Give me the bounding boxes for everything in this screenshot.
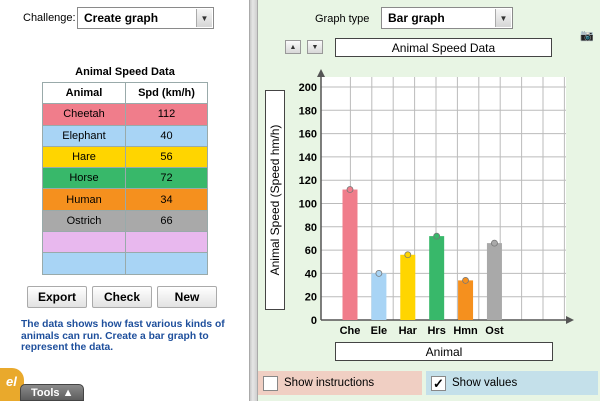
bar: [486, 243, 502, 320]
bar-chart: 0 20 40 60 80 100 120 140 160 180 200 Che Ele Har Hrs H…: [299, 69, 574, 337]
y-tick-label: 120: [299, 175, 317, 187]
y-tick-label: 60: [305, 245, 317, 257]
bar: [458, 280, 474, 320]
y-tick-label: 100: [299, 199, 317, 211]
x-tick-label: Hmn: [453, 325, 478, 337]
y-tick-label: 0: [311, 315, 317, 327]
x-tick-label: Har: [399, 325, 418, 337]
y-tick-label: 180: [299, 105, 317, 117]
bar-handle: [433, 232, 441, 240]
x-tick-label: Che: [340, 325, 361, 337]
bar: [429, 236, 445, 320]
bar-handle: [346, 186, 354, 193]
x-axis-label-box[interactable]: Animal: [335, 342, 553, 361]
show-values-checkbox[interactable]: ✓: [431, 375, 446, 391]
bar-handle: [404, 251, 412, 259]
y-tick-label: 140: [299, 152, 317, 164]
x-tick-label: Hrs: [427, 325, 445, 337]
y-tick-label: 20: [305, 292, 317, 304]
x-tick-label: Ele: [371, 325, 388, 337]
y-tick-label: 40: [305, 268, 317, 280]
bar: [371, 273, 387, 320]
x-tick-label: Ost: [485, 325, 504, 337]
x-axis-arrow: [566, 316, 574, 324]
bar-handle: [491, 239, 498, 247]
y-tick-label: 80: [305, 222, 317, 234]
show-instructions-toggle[interactable]: Show instructions: [258, 371, 422, 395]
show-values-toggle[interactable]: ✓ Show values: [426, 371, 598, 395]
y-tick-label: 200: [299, 82, 317, 94]
bar: [400, 254, 416, 320]
show-values-label: Show values: [452, 377, 518, 389]
bar: [342, 189, 358, 320]
bar-handle: [462, 276, 469, 284]
y-tick-label: 160: [299, 129, 317, 141]
bar-handle: [375, 269, 383, 277]
show-instructions-checkbox[interactable]: [263, 375, 278, 391]
y-axis-arrow: [317, 69, 325, 77]
show-instructions-label: Show instructions: [284, 377, 375, 389]
